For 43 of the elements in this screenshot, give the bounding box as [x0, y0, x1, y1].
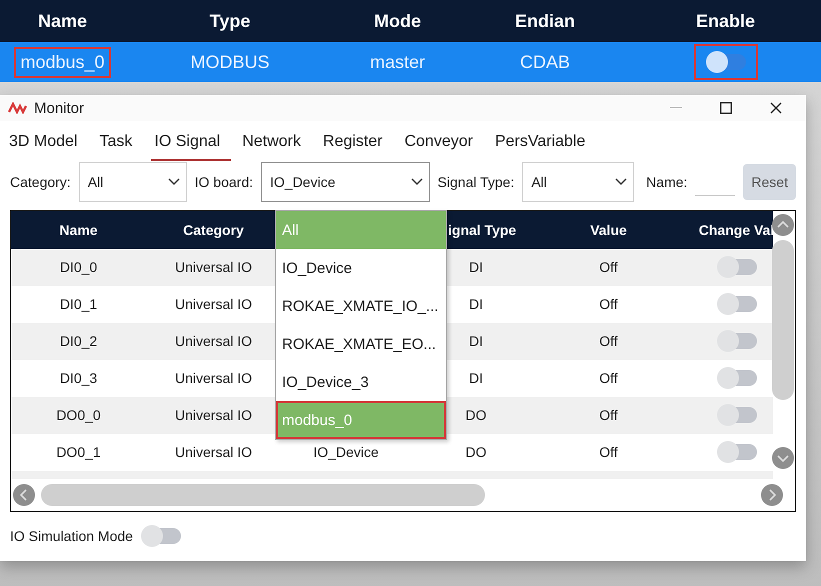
io-board-label: IO board: — [194, 174, 253, 190]
table-cell-text: Off — [598, 333, 619, 350]
column-header: Type — [208, 10, 252, 32]
table-cell-text: Universal IO — [174, 259, 254, 276]
table-cell-text: DI0_3 — [58, 370, 98, 386]
column-header: Name — [58, 222, 99, 238]
table-cell-text: Universal IO — [174, 370, 254, 386]
table-cell-text: DO — [464, 444, 488, 460]
table-cell-text: Off — [598, 444, 619, 460]
column-header: Value — [589, 222, 628, 238]
table-cell-text: DI — [468, 370, 484, 386]
table-cell-text: DI — [468, 259, 484, 276]
table-cell-text: Universal IO — [174, 407, 254, 424]
table-cell-text: CDAB — [518, 50, 571, 74]
table-cell-text: Universal IO — [174, 444, 254, 460]
table-cell-text: DO — [464, 407, 488, 424]
table-cell-text: Universal IO — [174, 296, 254, 312]
table-cell-text: DI0_0 — [58, 259, 98, 276]
table-cell-text: Off — [598, 296, 619, 312]
table-cell-text: IO_Device — [312, 444, 380, 460]
column-header: Change Val — [698, 222, 773, 238]
name-label: Name: — [646, 174, 688, 190]
category-label: Category: — [10, 174, 71, 190]
table-cell-text: master — [368, 50, 426, 74]
window-title: Monitor — [34, 100, 86, 116]
table-cell-text: Off — [598, 259, 619, 276]
table-cell-text: DI0_2 — [58, 333, 98, 350]
column-header: Category — [182, 222, 245, 238]
table-cell-text: DI0_1 — [58, 296, 98, 312]
column-header: Mode — [373, 10, 422, 32]
table-cell-text: DO0_0 — [55, 407, 102, 424]
table-cell-text: Off — [598, 407, 619, 424]
table-cell-text: Universal IO — [174, 333, 254, 350]
signal-type-label: Signal Type: — [438, 174, 514, 190]
simulation-mode-label: IO Simulation Mode — [10, 528, 133, 544]
column-header: ignal Type — [447, 222, 518, 238]
table-cell-text: DO0_1 — [55, 444, 102, 460]
table-cell-text: MODBUS — [189, 50, 270, 74]
column-header: Name — [36, 10, 88, 32]
column-header: Enable — [694, 10, 756, 32]
table-cell: modbus_0 — [14, 46, 111, 78]
column-header: Endian — [514, 10, 576, 32]
table-cell-text: Off — [598, 370, 619, 386]
